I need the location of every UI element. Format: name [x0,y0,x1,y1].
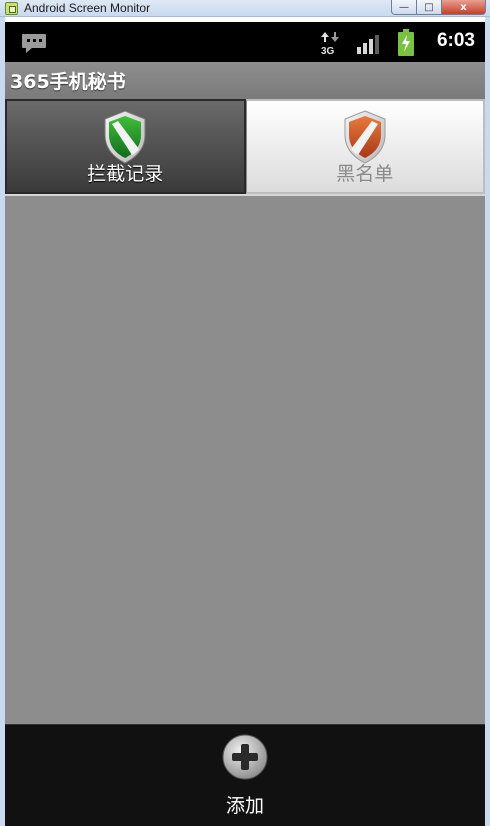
add-button[interactable]: 添加 [195,733,295,825]
tab-blacklist-label: 黑名单 [336,163,394,185]
app-window-icon [5,2,18,15]
window-frame-right [485,17,490,826]
tab-bar: 拦截记录 黑名单 [5,99,485,194]
close-button[interactable]: x [442,0,486,15]
app-title: 365手机秘书 [10,71,126,93]
tab-blacklist[interactable]: 黑名单 [245,99,485,194]
device-screen: 3G 6:03 365手机秘书 拦截记录 黑名单 添加 [5,22,485,826]
intercept-log-list[interactable] [5,196,485,724]
tab-intercept-log[interactable]: 拦截记录 [5,99,246,194]
status-bar[interactable]: 3G 6:03 [5,22,485,62]
green-shield-icon [104,110,146,164]
status-clock: 6:03 [436,30,475,51]
orange-shield-icon [344,110,386,164]
plus-circle-icon [222,734,268,780]
add-button-label: 添加 [225,795,264,817]
network-3g-icon: 3G [321,32,339,55]
battery-charging-icon [398,29,414,56]
window-controls: — □ x [391,0,486,15]
sms-icon [22,34,46,53]
maximize-button[interactable]: □ [417,0,442,15]
tab-intercept-log-label: 拦截记录 [87,163,164,185]
window-titlebar[interactable]: Android Screen Monitor — □ x [0,0,490,17]
window-title: Android Screen Monitor [24,1,151,15]
signal-icon [357,35,379,54]
bottom-action-bar: 添加 [5,724,485,826]
minimize-button[interactable]: — [391,0,417,15]
network-type-label: 3G [321,46,335,55]
app-title-bar: 365手机秘书 [5,62,485,99]
